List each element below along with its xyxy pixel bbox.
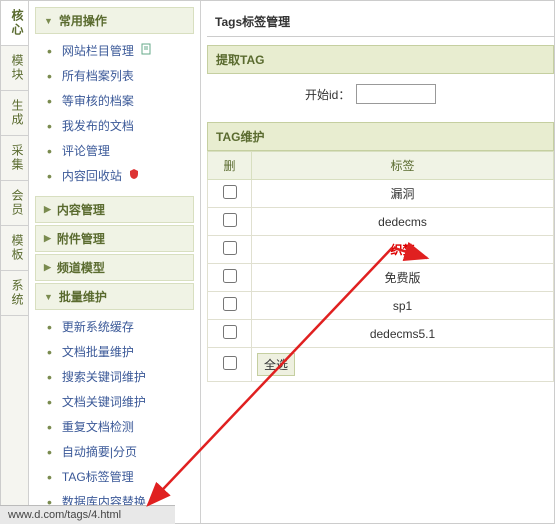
section-header-1[interactable]: ▶ 内容管理 <box>35 196 194 223</box>
extract-tag-header: 提取TAG <box>207 45 554 74</box>
row-checkbox[interactable] <box>223 356 237 370</box>
chevron-right-icon: ▶ <box>44 204 51 215</box>
vtab-5[interactable]: 模板 <box>1 226 28 271</box>
menu-item-label: 所有档案列表 <box>62 67 134 84</box>
menu-item-label: 文档批量维护 <box>62 343 134 360</box>
vtab-6[interactable]: 系统 <box>1 271 28 316</box>
row-checkbox[interactable] <box>223 213 237 227</box>
table-row: 织梦 <box>208 236 554 264</box>
table-row: 免费版 <box>208 264 554 292</box>
start-id-label: 开始id： <box>305 86 350 103</box>
table-row: sp1 <box>208 292 554 320</box>
menu-item-label: 更新系统缓存 <box>62 318 134 335</box>
tag-label[interactable]: sp1 <box>393 299 412 313</box>
vertical-tabs: 核心模块生成采集会员模板系统 <box>1 1 29 523</box>
menu-item-label: 搜索关键词维护 <box>62 368 146 385</box>
menu-item[interactable]: 文档关键词维护 <box>29 389 200 414</box>
menu-item-label: 文档关键词维护 <box>62 393 146 410</box>
menu-item[interactable]: 重复文档检测 <box>29 414 200 439</box>
row-checkbox[interactable] <box>223 185 237 199</box>
menu-item[interactable]: 更新系统缓存 <box>29 314 200 339</box>
tag-label[interactable]: 织梦 <box>390 243 414 257</box>
table-row: 漏洞 <box>208 180 554 208</box>
main-panel: Tags标签管理 提取TAG 开始id： TAG维护 删 标签 漏洞 dedecm… <box>201 1 554 523</box>
shield-icon <box>128 168 140 183</box>
start-id-input[interactable] <box>356 84 436 104</box>
menu-item-label: 我发布的文档 <box>62 117 134 134</box>
page-title: Tags标签管理 <box>207 7 554 37</box>
tag-maint-header: TAG维护 <box>207 122 554 151</box>
menu-item[interactable]: 所有档案列表 <box>29 63 200 88</box>
section-header-3[interactable]: ▶ 频道模型 <box>35 254 194 281</box>
menu-item-label: TAG标签管理 <box>62 468 134 485</box>
section-title: 频道模型 <box>57 259 105 276</box>
chevron-right-icon: ▶ <box>44 233 51 244</box>
section-title: 批量维护 <box>59 288 107 305</box>
vtab-0[interactable]: 核心 <box>1 1 28 46</box>
section-title: 附件管理 <box>57 230 105 247</box>
chevron-down-icon: ▼ <box>44 292 53 302</box>
tag-table: 删 标签 漏洞 dedecms 织梦免费版 sp1 dedecms5.1 全选 <box>207 151 554 382</box>
row-checkbox[interactable] <box>223 297 237 311</box>
table-row: dedecms5.1 <box>208 320 554 348</box>
tag-label[interactable]: dedecms5.1 <box>370 327 435 341</box>
file-icon <box>140 43 152 58</box>
menu-item-label: 等审核的档案 <box>62 92 134 109</box>
vtab-4[interactable]: 会员 <box>1 181 28 226</box>
start-id-row: 开始id： <box>207 74 554 114</box>
vtab-1[interactable]: 模块 <box>1 46 28 91</box>
section-header-2[interactable]: ▶ 附件管理 <box>35 225 194 252</box>
sidebar: ▼ 常用操作网站栏目管理所有档案列表等审核的档案我发布的文档评论管理内容回收站 ▶ 内… <box>29 1 201 523</box>
chevron-right-icon: ▶ <box>44 262 51 273</box>
col-del: 删 <box>208 152 252 180</box>
menu-item[interactable]: 自动摘要|分页 <box>29 439 200 464</box>
tag-tbody: 漏洞 dedecms 织梦免费版 sp1 dedecms5.1 全选 <box>208 180 554 382</box>
menu-item[interactable]: TAG标签管理 <box>29 464 200 489</box>
menu-item[interactable]: 文档批量维护 <box>29 339 200 364</box>
row-checkbox[interactable] <box>223 269 237 283</box>
section-title: 内容管理 <box>57 201 105 218</box>
tag-label[interactable]: 免费版 <box>384 271 420 285</box>
table-row: dedecms <box>208 208 554 236</box>
chevron-down-icon: ▼ <box>44 16 53 26</box>
tag-label[interactable]: dedecms <box>378 215 427 229</box>
status-bar: www.d.com/tags/4.html <box>0 505 175 524</box>
menu-item[interactable]: 网站栏目管理 <box>29 38 200 63</box>
menu-item[interactable]: 内容回收站 <box>29 163 200 188</box>
menu-item-label: 评论管理 <box>62 142 110 159</box>
tag-label[interactable]: 漏洞 <box>390 187 414 201</box>
menu-item-label: 重复文档检测 <box>62 418 134 435</box>
table-row: 全选 <box>208 348 554 382</box>
menu-item[interactable]: 评论管理 <box>29 138 200 163</box>
section-header-0[interactable]: ▼ 常用操作 <box>35 7 194 34</box>
menu-item-label: 网站栏目管理 <box>62 42 134 59</box>
menu-item-label: 内容回收站 <box>62 167 122 184</box>
section-title: 常用操作 <box>59 12 107 29</box>
col-tag: 标签 <box>252 152 554 180</box>
select-all-button[interactable]: 全选 <box>257 353 295 376</box>
menu-item-label: 自动摘要|分页 <box>62 443 137 460</box>
vtab-3[interactable]: 采集 <box>1 136 28 181</box>
row-checkbox[interactable] <box>223 241 237 255</box>
menu-item[interactable]: 我发布的文档 <box>29 113 200 138</box>
menu-item[interactable]: 等审核的档案 <box>29 88 200 113</box>
section-header-4[interactable]: ▼ 批量维护 <box>35 283 194 310</box>
row-checkbox[interactable] <box>223 325 237 339</box>
menu-item[interactable]: 搜索关键词维护 <box>29 364 200 389</box>
vtab-2[interactable]: 生成 <box>1 91 28 136</box>
